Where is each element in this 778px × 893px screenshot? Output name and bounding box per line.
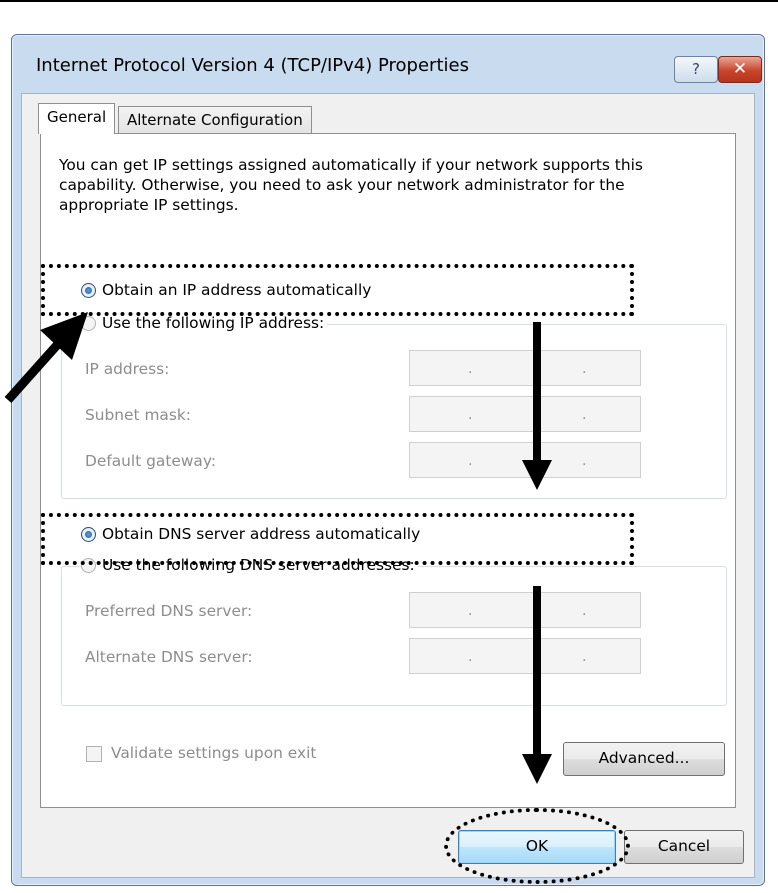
validate-settings-label: Validate settings upon exit bbox=[111, 744, 317, 762]
default-gateway-label: Default gateway: bbox=[85, 452, 217, 470]
preferred-dns-label: Preferred DNS server: bbox=[85, 602, 253, 620]
subnet-mask-label: Subnet mask: bbox=[85, 406, 191, 424]
cancel-button[interactable]: Cancel bbox=[624, 830, 744, 864]
validate-settings-checkbox[interactable] bbox=[86, 746, 102, 762]
arrow-diagonal-icon bbox=[4, 312, 88, 403]
title-bar[interactable]: Internet Protocol Version 4 (TCP/IPv4) P… bbox=[12, 35, 764, 93]
highlight-obtain-dns bbox=[41, 513, 634, 565]
window-title: Internet Protocol Version 4 (TCP/IPv4) P… bbox=[36, 55, 469, 76]
ip-separator-dot: . bbox=[468, 407, 473, 423]
general-tab-panel: You can get IP settings assigned automat… bbox=[40, 133, 736, 808]
ip-address-field[interactable]: . . bbox=[409, 350, 641, 386]
advanced-button[interactable]: Advanced... bbox=[563, 742, 725, 776]
top-border-line bbox=[0, 0, 778, 2]
arrow-down-shaft bbox=[533, 586, 541, 756]
highlight-ok-button bbox=[444, 808, 630, 884]
use-following-ip-label: Use the following IP address: bbox=[102, 314, 325, 332]
use-following-ip-radio[interactable]: Use the following IP address: bbox=[81, 314, 328, 332]
close-button[interactable]: ✕ bbox=[718, 56, 762, 83]
dialog-client-area: General Alternate Configuration You can … bbox=[21, 93, 755, 878]
ip-separator-dot: . bbox=[582, 649, 587, 665]
alternate-dns-field[interactable]: . . bbox=[409, 638, 641, 674]
ip-separator-dot: . bbox=[468, 603, 473, 619]
arrow-down-shaft bbox=[533, 322, 541, 462]
highlight-obtain-ip bbox=[41, 264, 634, 316]
ip-separator-dot: . bbox=[582, 603, 587, 619]
dialog-window: Internet Protocol Version 4 (TCP/IPv4) P… bbox=[11, 34, 765, 886]
subnet-mask-field[interactable]: . . bbox=[409, 396, 641, 432]
help-button[interactable]: ? bbox=[674, 56, 718, 83]
dns-manual-group bbox=[61, 566, 727, 706]
alternate-dns-label: Alternate DNS server: bbox=[85, 648, 253, 666]
preferred-dns-field[interactable]: . . bbox=[409, 592, 641, 628]
intro-text: You can get IP settings assigned automat… bbox=[59, 156, 643, 214]
arrow-down-icon bbox=[522, 460, 552, 490]
ip-separator-dot: . bbox=[582, 407, 587, 423]
tab-alternate-configuration[interactable]: Alternate Configuration bbox=[118, 106, 312, 134]
tab-general[interactable]: General bbox=[38, 103, 116, 134]
ip-separator-dot: . bbox=[468, 453, 473, 469]
ip-separator-dot: . bbox=[582, 361, 587, 377]
ip-separator-dot: . bbox=[468, 361, 473, 377]
ip-separator-dot: . bbox=[468, 649, 473, 665]
ip-separator-dot: . bbox=[582, 453, 587, 469]
arrow-down-icon bbox=[522, 754, 552, 784]
